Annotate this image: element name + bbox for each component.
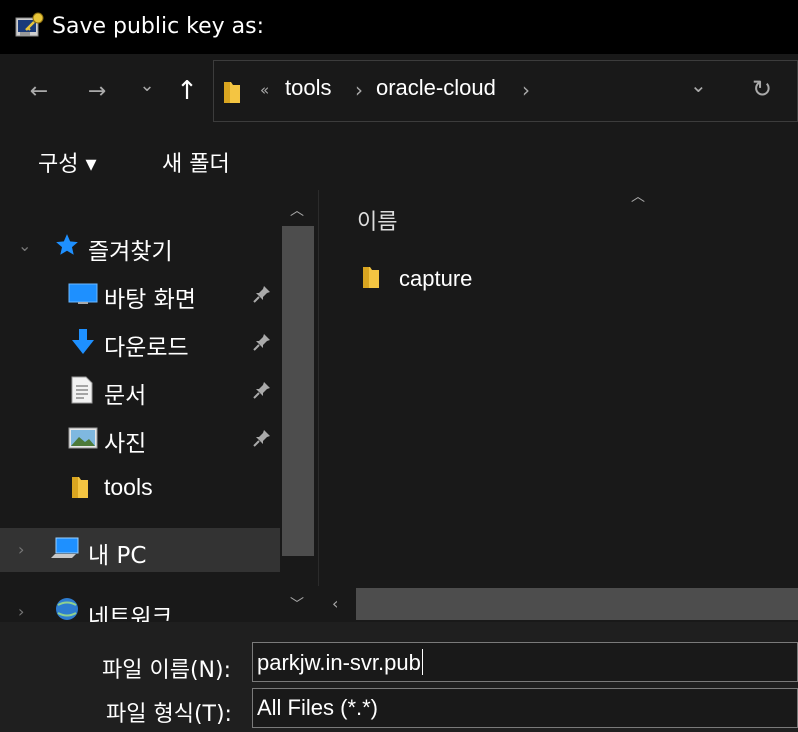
pin-icon[interactable]: [252, 284, 272, 308]
sidebar-item-this-pc[interactable]: › 내 PC: [0, 528, 280, 572]
back-arrow-icon: ←: [29, 78, 49, 104]
scroll-down-icon[interactable]: ﹀: [290, 594, 304, 614]
folder-icon: [70, 474, 90, 504]
scroll-left-icon[interactable]: ‹: [332, 594, 338, 613]
sidebar-item-desktop[interactable]: 바탕 화면: [0, 272, 280, 316]
sidebar-item-downloads[interactable]: 다운로드: [0, 320, 280, 364]
sidebar-item-documents[interactable]: 문서: [0, 368, 280, 412]
window-title: Save public key as:: [52, 14, 265, 39]
sort-ascending-icon: ︿: [631, 189, 645, 205]
overflow-icon[interactable]: «: [260, 81, 269, 99]
title-bar: Save public key as:: [0, 0, 798, 54]
breadcrumb-separator-icon[interactable]: ›: [355, 78, 363, 102]
filename-input[interactable]: parkjw.in-svr.pub: [252, 642, 798, 682]
sidebar-item-label: 즐겨찾기: [88, 239, 173, 265]
forward-arrow-icon: →: [87, 78, 107, 104]
pc-icon: [50, 536, 82, 566]
sidebar-item-label: 사진: [104, 431, 147, 457]
sidebar-item-network[interactable]: › 네트워크: [0, 590, 280, 622]
filetype-select[interactable]: All Files (*.*): [252, 688, 798, 728]
filetype-label: 파일 형식(T):: [106, 702, 232, 727]
pin-icon[interactable]: [252, 380, 272, 404]
chevron-down-icon[interactable]: ⌄: [18, 236, 31, 255]
sidebar-item-tools[interactable]: tools: [0, 466, 280, 510]
back-button[interactable]: ←: [22, 74, 56, 108]
network-icon: [52, 596, 82, 622]
breadcrumb-separator-icon[interactable]: ›: [522, 78, 530, 102]
sidebar-item-favorites[interactable]: ⌄ 즐겨찾기: [0, 224, 280, 268]
new-folder-button[interactable]: 새 폴더: [162, 146, 230, 178]
scrollbar-thumb[interactable]: [356, 588, 798, 620]
navigation-pane: ⌄ 즐겨찾기 바탕 화면 다운로드 문서 사진 tools › 내 PC › 네…: [0, 190, 318, 622]
sidebar-item-label: 다운로드: [104, 335, 189, 361]
column-header-name[interactable]: 이름: [357, 204, 397, 236]
list-item[interactable]: capture: [355, 260, 655, 300]
navigation-bar: ← → ⌄ ↑ « tools › oracle-cloud › ⌄ ↻: [0, 54, 798, 128]
refresh-icon[interactable]: ↻: [752, 75, 772, 103]
filename-label: 파일 이름(N):: [102, 658, 231, 683]
save-form: 파일 이름(N): parkjw.in-svr.pub 파일 형식(T): Al…: [0, 622, 798, 732]
file-name: capture: [399, 266, 473, 291]
breadcrumb-tools[interactable]: tools: [285, 75, 331, 101]
text-caret: [421, 649, 423, 675]
sidebar-item-label: 바탕 화면: [104, 287, 196, 313]
scroll-up-icon[interactable]: ︿: [290, 200, 304, 220]
folder-icon: [222, 79, 242, 109]
up-arrow-icon: ↑: [176, 76, 198, 106]
address-dropdown-icon[interactable]: ⌄: [690, 73, 707, 97]
puttygen-key-icon: [14, 12, 46, 42]
recent-locations-button[interactable]: ⌄: [130, 68, 164, 102]
horizontal-scrollbar[interactable]: ‹: [318, 586, 798, 622]
breadcrumb-oracle-cloud[interactable]: oracle-cloud: [376, 75, 496, 101]
pin-icon[interactable]: [252, 332, 272, 356]
address-bar[interactable]: « tools › oracle-cloud › ⌄ ↻: [213, 60, 798, 122]
pictures-icon: [68, 426, 98, 454]
document-icon: [70, 376, 94, 408]
download-icon: [70, 328, 96, 360]
desktop-icon: [68, 282, 98, 310]
folder-icon: [361, 264, 381, 294]
sidebar-item-label: 내 PC: [88, 543, 147, 569]
chevron-right-icon[interactable]: ›: [18, 602, 24, 621]
file-list: ︿ 이름 capture: [318, 189, 798, 622]
star-icon: [54, 232, 80, 262]
sidebar-item-label: tools: [104, 474, 153, 500]
filename-value: parkjw.in-svr.pub: [257, 650, 421, 675]
scrollbar-thumb[interactable]: [282, 226, 314, 556]
up-button[interactable]: ↑: [170, 74, 204, 108]
sidebar-item-pictures[interactable]: 사진: [0, 416, 280, 460]
filetype-value: All Files (*.*): [257, 695, 379, 720]
chevron-right-icon[interactable]: ›: [18, 540, 24, 559]
sidebar-item-label: 네트워크: [88, 605, 173, 622]
organize-button[interactable]: 구성 ▾: [38, 146, 97, 178]
forward-button[interactable]: →: [80, 74, 114, 108]
navigation-scrollbar[interactable]: ︿ ﹀: [282, 190, 314, 622]
chevron-down-icon: ⌄: [139, 74, 155, 96]
command-bar: 구성 ▾ 새 폴더: [0, 128, 798, 190]
sidebar-item-label: 문서: [104, 383, 147, 409]
pin-icon[interactable]: [252, 428, 272, 452]
